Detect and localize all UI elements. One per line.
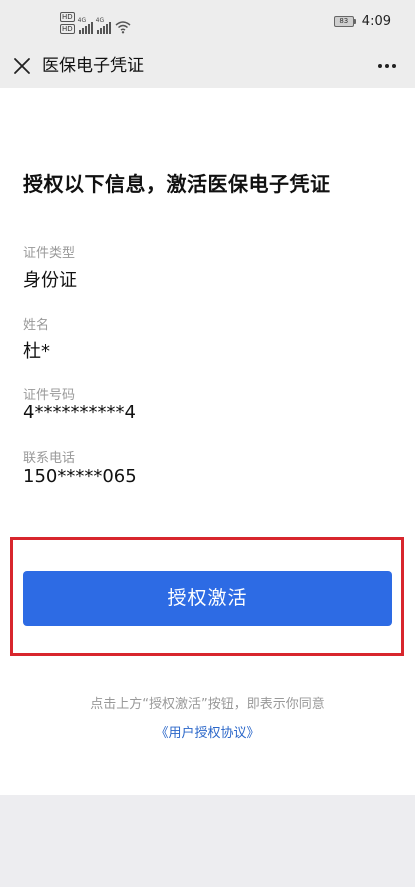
name-label: 姓名: [23, 318, 50, 333]
nav-bar: 医保电子凭证: [0, 44, 415, 88]
network-type: 4G: [95, 17, 105, 24]
user-agreement-link[interactable]: 《用户授权协议》: [0, 722, 415, 741]
network-type: 4G: [77, 17, 87, 24]
status-bar: HD HD 4G 4G 83 4:09: [0, 0, 415, 44]
status-right: 83 4:09: [333, 14, 391, 29]
headline: 授权以下信息，激活医保电子凭证: [23, 172, 331, 196]
status-left: HD HD 4G 4G: [60, 12, 131, 34]
wifi-icon: [115, 21, 131, 34]
id-number-value: 4**********4: [23, 402, 136, 423]
clock: 4:09: [361, 14, 391, 29]
phone-label: 联系电话: [23, 451, 76, 466]
id-number-label: 证件号码: [23, 388, 76, 403]
hd-indicators: HD HD: [60, 12, 75, 34]
consent-text: 点击上方“授权激活”按钮，即表示你同意: [90, 697, 325, 712]
activate-button[interactable]: 授权激活: [23, 571, 392, 626]
more-icon[interactable]: [373, 54, 401, 78]
signal-icon: 4G: [77, 17, 93, 34]
main-content: 授权以下信息，激活医保电子凭证 证件类型 身份证 姓名 杜* 证件号码 4***…: [0, 88, 415, 795]
page-title: 医保电子凭证: [42, 56, 144, 76]
signal-icon: 4G: [95, 17, 111, 34]
bottom-area: [0, 795, 415, 887]
id-type-value: 身份证: [23, 270, 77, 291]
hd-badge: HD: [60, 12, 75, 22]
name-value: 杜*: [23, 341, 50, 362]
battery-icon: 83: [333, 16, 356, 27]
hd-badge: HD: [60, 24, 75, 34]
close-icon[interactable]: [10, 54, 34, 78]
id-type-label: 证件类型: [23, 246, 76, 261]
phone-value: 150*****065: [23, 466, 137, 487]
